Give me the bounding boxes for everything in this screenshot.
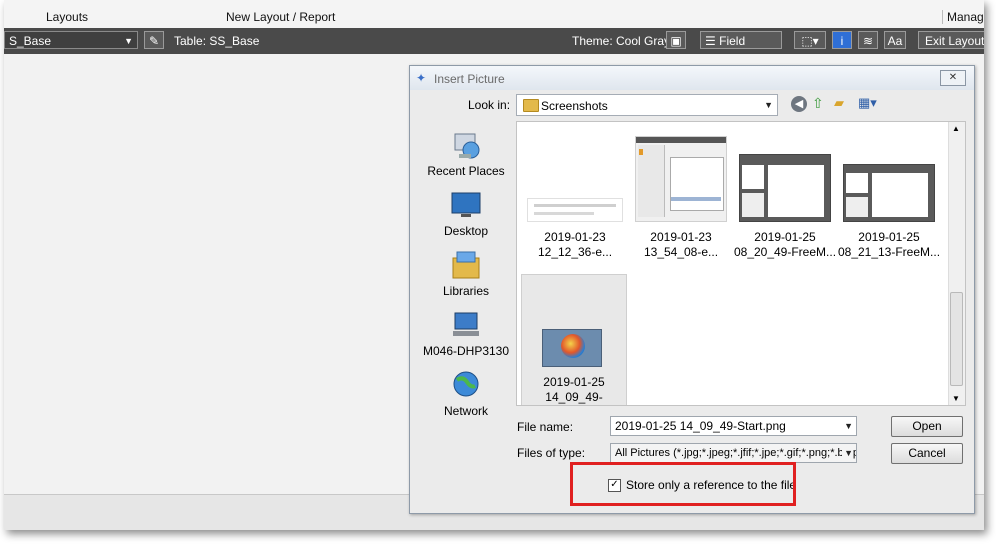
manage-menu[interactable]: Manage xyxy=(942,10,984,24)
file-item[interactable]: 2019-01-25 08_21_13-FreeM... xyxy=(837,128,941,268)
file-name-line1: 2019-01-23 xyxy=(544,230,606,244)
file-list[interactable]: 2019-01-23 12_12_36-e... 2019-01-23 13_5… xyxy=(516,121,966,406)
file-thumbnail xyxy=(635,136,727,222)
look-in-value: Screenshots xyxy=(541,99,608,113)
file-name-line1: 2019-01-25 xyxy=(858,230,920,244)
layers-icon: ≋ xyxy=(862,34,874,48)
look-in-select[interactable]: Screenshots ▼ xyxy=(516,94,778,116)
file-name-line2: 08_20_49-FreeM... xyxy=(733,245,837,259)
place-label: M046-DHP3130 xyxy=(422,344,510,358)
recent-places-icon xyxy=(449,130,483,160)
edit-layout-button[interactable]: ✎ xyxy=(144,31,164,49)
pencil-icon: ✎ xyxy=(148,34,160,48)
file-name-line2: 13_54_08-e... xyxy=(643,245,719,259)
desktop-icon xyxy=(449,190,483,220)
libraries-icon xyxy=(449,250,483,280)
exit-layout-button[interactable]: Exit Layout xyxy=(918,31,984,49)
file-item-selected[interactable]: 2019-01-25 14_09_49-Start.png xyxy=(521,274,627,405)
file-thumbnail xyxy=(542,329,602,367)
top-tab-strip: Layouts New Layout / Report Manage xyxy=(4,0,984,29)
place-libraries[interactable]: Libraries xyxy=(420,250,512,298)
files-of-type-select[interactable]: All Pictures (*.jpg;*.jpeg;*.jfif;*.jpe;… xyxy=(610,443,857,463)
theme-button[interactable]: ▣ xyxy=(666,31,686,49)
new-layout-report-link[interactable]: New Layout / Report xyxy=(226,10,335,24)
chevron-down-icon: ▼ xyxy=(124,36,133,46)
app-icon: ✦ xyxy=(416,71,427,85)
insert-picture-dialog: ✦ Insert Picture ✕ Look in: Screenshots … xyxy=(409,65,975,514)
place-label: Network xyxy=(443,404,488,418)
layout-toolbar: S_Base ▼ ✎ Table: SS_Base Theme: Cool Gr… xyxy=(4,28,984,66)
borders-icon: ⬚▾ xyxy=(801,34,819,48)
back-icon[interactable]: ◀ xyxy=(791,96,807,112)
tab-layouts[interactable]: Layouts xyxy=(46,10,88,24)
files-of-type-label: Files of type: xyxy=(517,446,586,460)
place-recent-places[interactable]: Recent Places xyxy=(420,130,512,178)
file-name-value: 2019-01-25 14_09_49-Start.png xyxy=(615,419,786,433)
view-menu-icon[interactable]: ▦▾ xyxy=(858,95,877,111)
place-desktop[interactable]: Desktop xyxy=(420,190,512,238)
file-item[interactable]: 2019-01-23 12_12_36-e... xyxy=(523,128,627,268)
place-label: Libraries xyxy=(442,284,490,298)
highlight-annotation-box xyxy=(570,462,796,506)
open-button[interactable]: Open xyxy=(891,416,963,437)
scrollbar-thumb[interactable] xyxy=(950,292,963,386)
computer-icon xyxy=(449,310,483,340)
place-label: Desktop xyxy=(443,224,489,238)
look-in-label: Look in: xyxy=(468,98,511,112)
layers-button[interactable]: ≋ xyxy=(858,31,878,49)
network-icon xyxy=(449,370,483,400)
file-name-input[interactable]: 2019-01-25 14_09_49-Start.png ▼ xyxy=(610,416,857,436)
place-network[interactable]: Network xyxy=(420,370,512,418)
exit-layout-label: Exit Layout xyxy=(925,34,984,48)
place-label: Recent Places xyxy=(427,164,505,178)
scroll-up-icon[interactable]: ▲ xyxy=(952,124,960,133)
file-item[interactable]: 2019-01-25 08_20_49-FreeM... xyxy=(733,128,837,268)
files-of-type-value: All Pictures (*.jpg;*.jpeg;*.jfif;*.jpe;… xyxy=(615,447,857,459)
file-name-line2: 12_12_36-e... xyxy=(537,245,613,259)
chevron-down-icon: ▼ xyxy=(842,444,853,462)
file-thumbnail xyxy=(527,198,623,222)
file-name-line1: 2019-01-25 xyxy=(543,375,605,389)
chevron-down-icon: ▼ xyxy=(764,100,773,110)
file-name-line1: 2019-01-23 xyxy=(650,230,712,244)
font-button[interactable]: Aa xyxy=(884,31,906,49)
new-folder-icon[interactable]: ▰ xyxy=(834,95,844,111)
screenshot-frame: Layouts New Layout / Report Manage S_Bas… xyxy=(4,0,984,530)
file-name-line2: 08_21_13-FreeM... xyxy=(837,245,941,259)
file-thumbnail xyxy=(843,164,935,222)
up-folder-icon[interactable]: ⇧ xyxy=(812,95,824,112)
close-button[interactable]: ✕ xyxy=(940,70,966,86)
theme-label: Theme: Cool Gray xyxy=(572,34,671,48)
file-name-label: File name: xyxy=(517,420,574,434)
table-label: Table: SS_Base xyxy=(174,34,260,48)
file-thumbnail xyxy=(739,154,831,222)
place-computer[interactable]: M046-DHP3130 xyxy=(420,310,512,358)
font-aa-label: Aa xyxy=(887,34,903,48)
dialog-title: Insert Picture xyxy=(434,72,505,86)
field-picker-button[interactable]: ☰ Field Picker xyxy=(700,31,782,66)
chevron-down-icon: ▼ xyxy=(844,421,853,431)
layout-select[interactable]: S_Base ▼ xyxy=(4,31,138,49)
field-picker-icon: ☰ xyxy=(705,34,716,48)
folder-icon xyxy=(523,99,539,112)
borders-button[interactable]: ⬚▾ xyxy=(794,31,826,49)
file-item[interactable]: 2019-01-23 13_54_08-e... xyxy=(629,128,733,268)
vertical-scrollbar[interactable]: ▲ ▼ xyxy=(948,122,965,405)
cancel-button[interactable]: Cancel xyxy=(891,443,963,464)
info-icon: i xyxy=(840,34,844,48)
scroll-down-icon[interactable]: ▼ xyxy=(952,394,960,403)
inspector-button[interactable]: i xyxy=(832,31,852,49)
close-icon: ✕ xyxy=(948,72,958,83)
dialog-title-bar[interactable]: ✦ Insert Picture ✕ xyxy=(410,66,974,90)
file-name-line2: 14_09_49-Start.png xyxy=(545,390,603,404)
layout-select-value: S_Base xyxy=(9,34,52,48)
theme-icon: ▣ xyxy=(670,34,682,48)
file-name-line1: 2019-01-25 xyxy=(754,230,816,244)
